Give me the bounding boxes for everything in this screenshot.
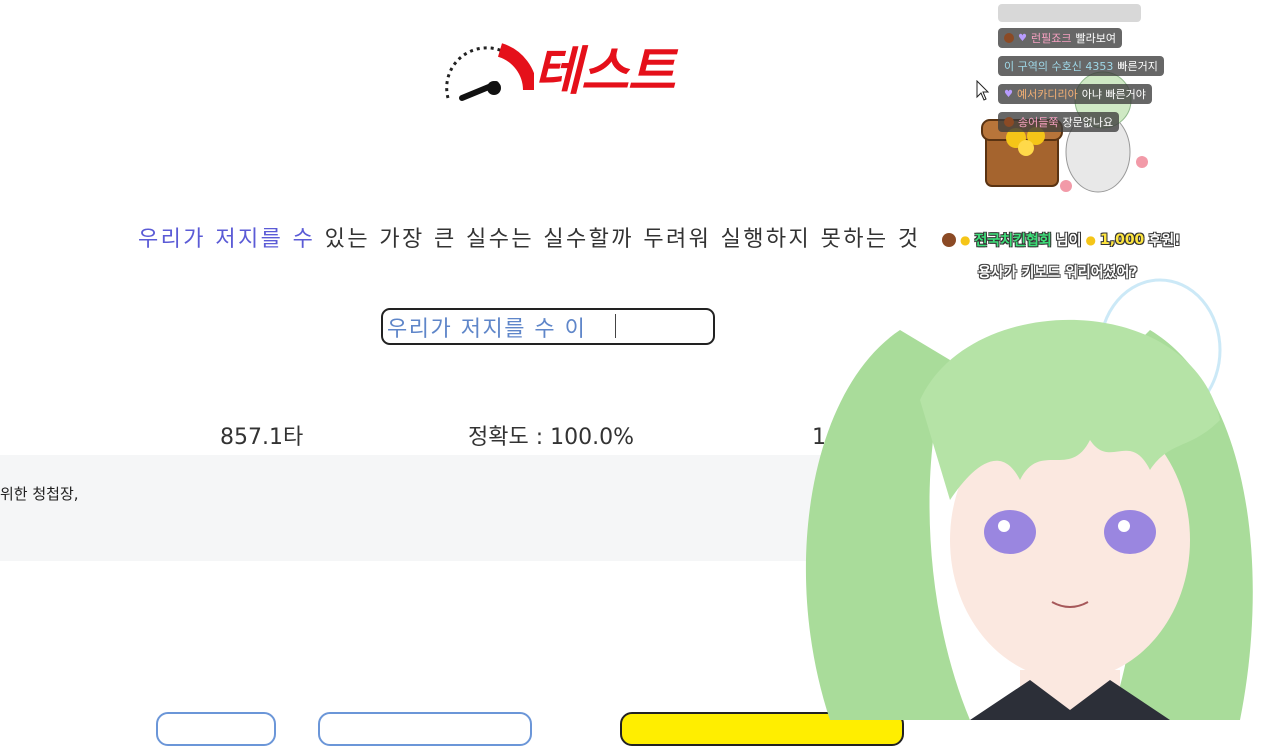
donation-alert: ● 전국치킨협회 님이 ● 1,000 후원! — [942, 230, 1180, 250]
bottom-button-1[interactable] — [156, 712, 276, 746]
info-panel — [0, 455, 900, 561]
info-text: 위한 청첩장, — [0, 485, 79, 503]
chat-nick: 런필죠크 — [1030, 32, 1072, 45]
bottom-button-2[interactable] — [318, 712, 532, 746]
typed-portion: 우리가 저지를 수 — [138, 227, 316, 252]
donation-amount: 1,000 — [1100, 232, 1145, 248]
accuracy: 정확도 : 100.0% — [468, 425, 635, 450]
streamer-avatar — [805, 278, 1253, 720]
acorn-badge-icon — [1004, 33, 1014, 43]
page-header-fragment — [440, 0, 560, 6]
acorn-badge-icon — [1004, 117, 1014, 127]
acorn-icon — [942, 233, 956, 247]
heart-badge-icon: ♥ — [1018, 32, 1027, 44]
coin-icon: ● — [960, 233, 971, 247]
text-caret — [615, 314, 616, 338]
logo-text: 테스트 — [534, 42, 676, 102]
chat-nick: 이 구역의 수호신 4353 — [1004, 60, 1114, 73]
chat-text: 빨라보여 — [1075, 32, 1116, 45]
chat-nick: 송어들쭉 — [1018, 116, 1059, 129]
chat-text: 장문없나요 — [1062, 116, 1114, 129]
chat-header-bar — [998, 4, 1141, 22]
chat-message: 송어들쭉 장문없나요 — [998, 112, 1120, 132]
chat-text: 빠른거지 — [1117, 60, 1158, 73]
target-sentence: 우리가 저지를 수 있는 가장 큰 실수는 실수할까 두려워 실행하지 못하는 … — [138, 224, 921, 256]
site-logo[interactable]: 테스트 — [442, 40, 687, 106]
chat-nick: 예서카디리아 — [1016, 88, 1078, 101]
chat-message: 이 구역의 수호신 4353 빠른거지 — [998, 56, 1164, 76]
chat-message: ♥ 런필죠크 빨라보여 — [998, 28, 1122, 48]
coin-icon: ● — [1085, 233, 1097, 247]
typing-speed: 857.1타 — [220, 425, 304, 450]
donor-suffix: 님이 — [1055, 233, 1082, 249]
mouse-cursor-icon — [976, 80, 990, 101]
donation-unit: 후원! — [1148, 233, 1181, 249]
donor-name: 전국치킨협회 — [974, 233, 1052, 249]
heart-badge-icon: ♥ — [1004, 88, 1013, 100]
chat-message: ♥ 예서카디리아 아냐 빠른거야 — [998, 84, 1152, 104]
typing-input[interactable] — [381, 308, 715, 345]
remaining-portion: 있는 가장 큰 실수는 실수할까 두려워 실행하지 못하는 것 — [315, 227, 921, 252]
chat-text: 아냐 빠른거야 — [1081, 88, 1146, 101]
speedometer-icon — [445, 43, 534, 101]
